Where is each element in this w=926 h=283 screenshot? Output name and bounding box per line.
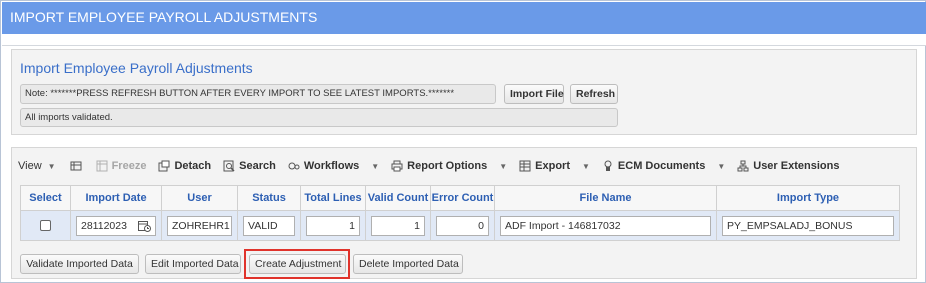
window-title: IMPORT EMPLOYEE PAYROLL ADJUSTMENTS: [2, 2, 926, 34]
chevron-down-icon: ▼: [499, 161, 508, 171]
valid-count-field[interactable]: 1: [371, 215, 425, 236]
import-date-cell: 28112023: [70, 210, 162, 241]
import-date-value: 28112023: [81, 219, 127, 232]
total-lines-cell: 1: [300, 210, 366, 241]
user-extensions-icon: [737, 160, 749, 172]
app-window: IMPORT EMPLOYEE PAYROLL ADJUSTMENTS Impo…: [0, 0, 926, 283]
title-divider: [2, 34, 926, 46]
ecm-icon: [604, 160, 612, 171]
column-header-valid-count[interactable]: Valid Count: [365, 185, 431, 211]
column-header-file-name[interactable]: File Name: [494, 185, 717, 211]
file-name-cell: ADF Import - 146817032: [494, 210, 717, 241]
table-header-row: Select Import Date User Status Total Lin…: [20, 185, 900, 211]
column-header-error-count[interactable]: Error Count: [430, 185, 495, 211]
export-icon: [519, 160, 531, 172]
chevron-down-icon: ▼: [582, 161, 590, 171]
freeze-label: Freeze: [111, 160, 147, 172]
status-cell: VALID: [237, 210, 301, 241]
status-message: All imports validated.: [20, 108, 618, 127]
status-field[interactable]: VALID: [243, 215, 295, 236]
workflows-label: Workflows: [303, 160, 360, 172]
grid-panel: View ▼ Freeze Detach Search Workflows ▼ …: [11, 147, 917, 279]
report-options-label: Report Options: [407, 160, 488, 172]
export-label: Export: [535, 160, 570, 172]
columns-icon-button[interactable]: [62, 155, 90, 177]
imports-table: Select Import Date User Status Total Lin…: [20, 185, 900, 241]
chevron-down-icon: ▼: [371, 161, 380, 171]
detach-label: Detach: [174, 160, 212, 172]
import-type-field[interactable]: PY_EMPSALADJ_BONUS: [722, 215, 894, 236]
chevron-down-icon: ▼: [47, 161, 56, 171]
detach-icon: [158, 160, 170, 172]
select-cell: [20, 210, 71, 241]
panel-title: Import Employee Payroll Adjustments: [20, 60, 253, 76]
workflows-icon: [288, 162, 300, 170]
view-menu[interactable]: View ▼: [12, 155, 62, 177]
search-label: Search: [239, 160, 276, 172]
validate-imported-data-button[interactable]: Validate Imported Data: [20, 254, 139, 274]
refresh-button[interactable]: Refresh: [570, 84, 618, 104]
chevron-down-icon: ▼: [717, 161, 726, 171]
column-header-user[interactable]: User: [161, 185, 238, 211]
ecm-documents-menu[interactable]: ECM Documents ▼: [596, 155, 731, 177]
create-adjustment-highlight: [244, 249, 350, 279]
column-header-total-lines[interactable]: Total Lines: [300, 185, 366, 211]
detach-button[interactable]: Detach: [152, 155, 217, 177]
column-header-import-date[interactable]: Import Date: [70, 185, 162, 211]
valid-count-cell: 1: [365, 210, 431, 241]
printer-icon: [391, 160, 403, 172]
delete-imported-data-button[interactable]: Delete Imported Data: [353, 254, 463, 274]
user-extensions-button[interactable]: User Extensions: [731, 155, 845, 177]
edit-imported-data-button[interactable]: Edit Imported Data: [145, 254, 241, 274]
column-header-import-type[interactable]: Import Type: [716, 185, 900, 211]
select-checkbox[interactable]: [40, 220, 51, 232]
user-field[interactable]: ZOHREHR1: [167, 215, 232, 236]
view-label: View: [18, 160, 42, 172]
error-count-cell: 0: [430, 210, 495, 241]
freeze-button[interactable]: Freeze: [90, 155, 153, 177]
export-menu[interactable]: Export ▼: [513, 155, 596, 177]
search-button[interactable]: Search: [217, 155, 282, 177]
calendar-icon[interactable]: [138, 220, 151, 232]
workflows-menu[interactable]: Workflows ▼: [282, 155, 385, 177]
note-field: Note: *******PRESS REFRESH BUTTON AFTER …: [20, 84, 496, 104]
total-lines-field[interactable]: 1: [306, 215, 360, 236]
import-date-field[interactable]: 28112023: [76, 215, 156, 236]
column-header-select[interactable]: Select: [20, 185, 71, 211]
user-cell: ZOHREHR1: [161, 210, 238, 241]
search-icon: [223, 160, 235, 172]
table-row[interactable]: 28112023 ZOHREHR1 VALID 1 1 0 ADF Import…: [20, 210, 900, 241]
columns-icon: [70, 161, 82, 171]
import-file-button[interactable]: Import File: [504, 84, 564, 104]
file-name-field[interactable]: ADF Import - 146817032: [500, 215, 711, 236]
import-panel: Import Employee Payroll Adjustments Note…: [11, 49, 917, 135]
ecm-documents-label: ECM Documents: [617, 160, 706, 172]
report-options-menu[interactable]: Report Options ▼: [385, 155, 513, 177]
freeze-icon: [96, 160, 108, 172]
user-extensions-label: User Extensions: [753, 160, 840, 172]
column-header-status[interactable]: Status: [237, 185, 301, 211]
error-count-field[interactable]: 0: [436, 215, 489, 236]
grid-toolbar: View ▼ Freeze Detach Search Workflows ▼ …: [12, 152, 916, 180]
import-type-cell: PY_EMPSALADJ_BONUS: [716, 210, 900, 241]
